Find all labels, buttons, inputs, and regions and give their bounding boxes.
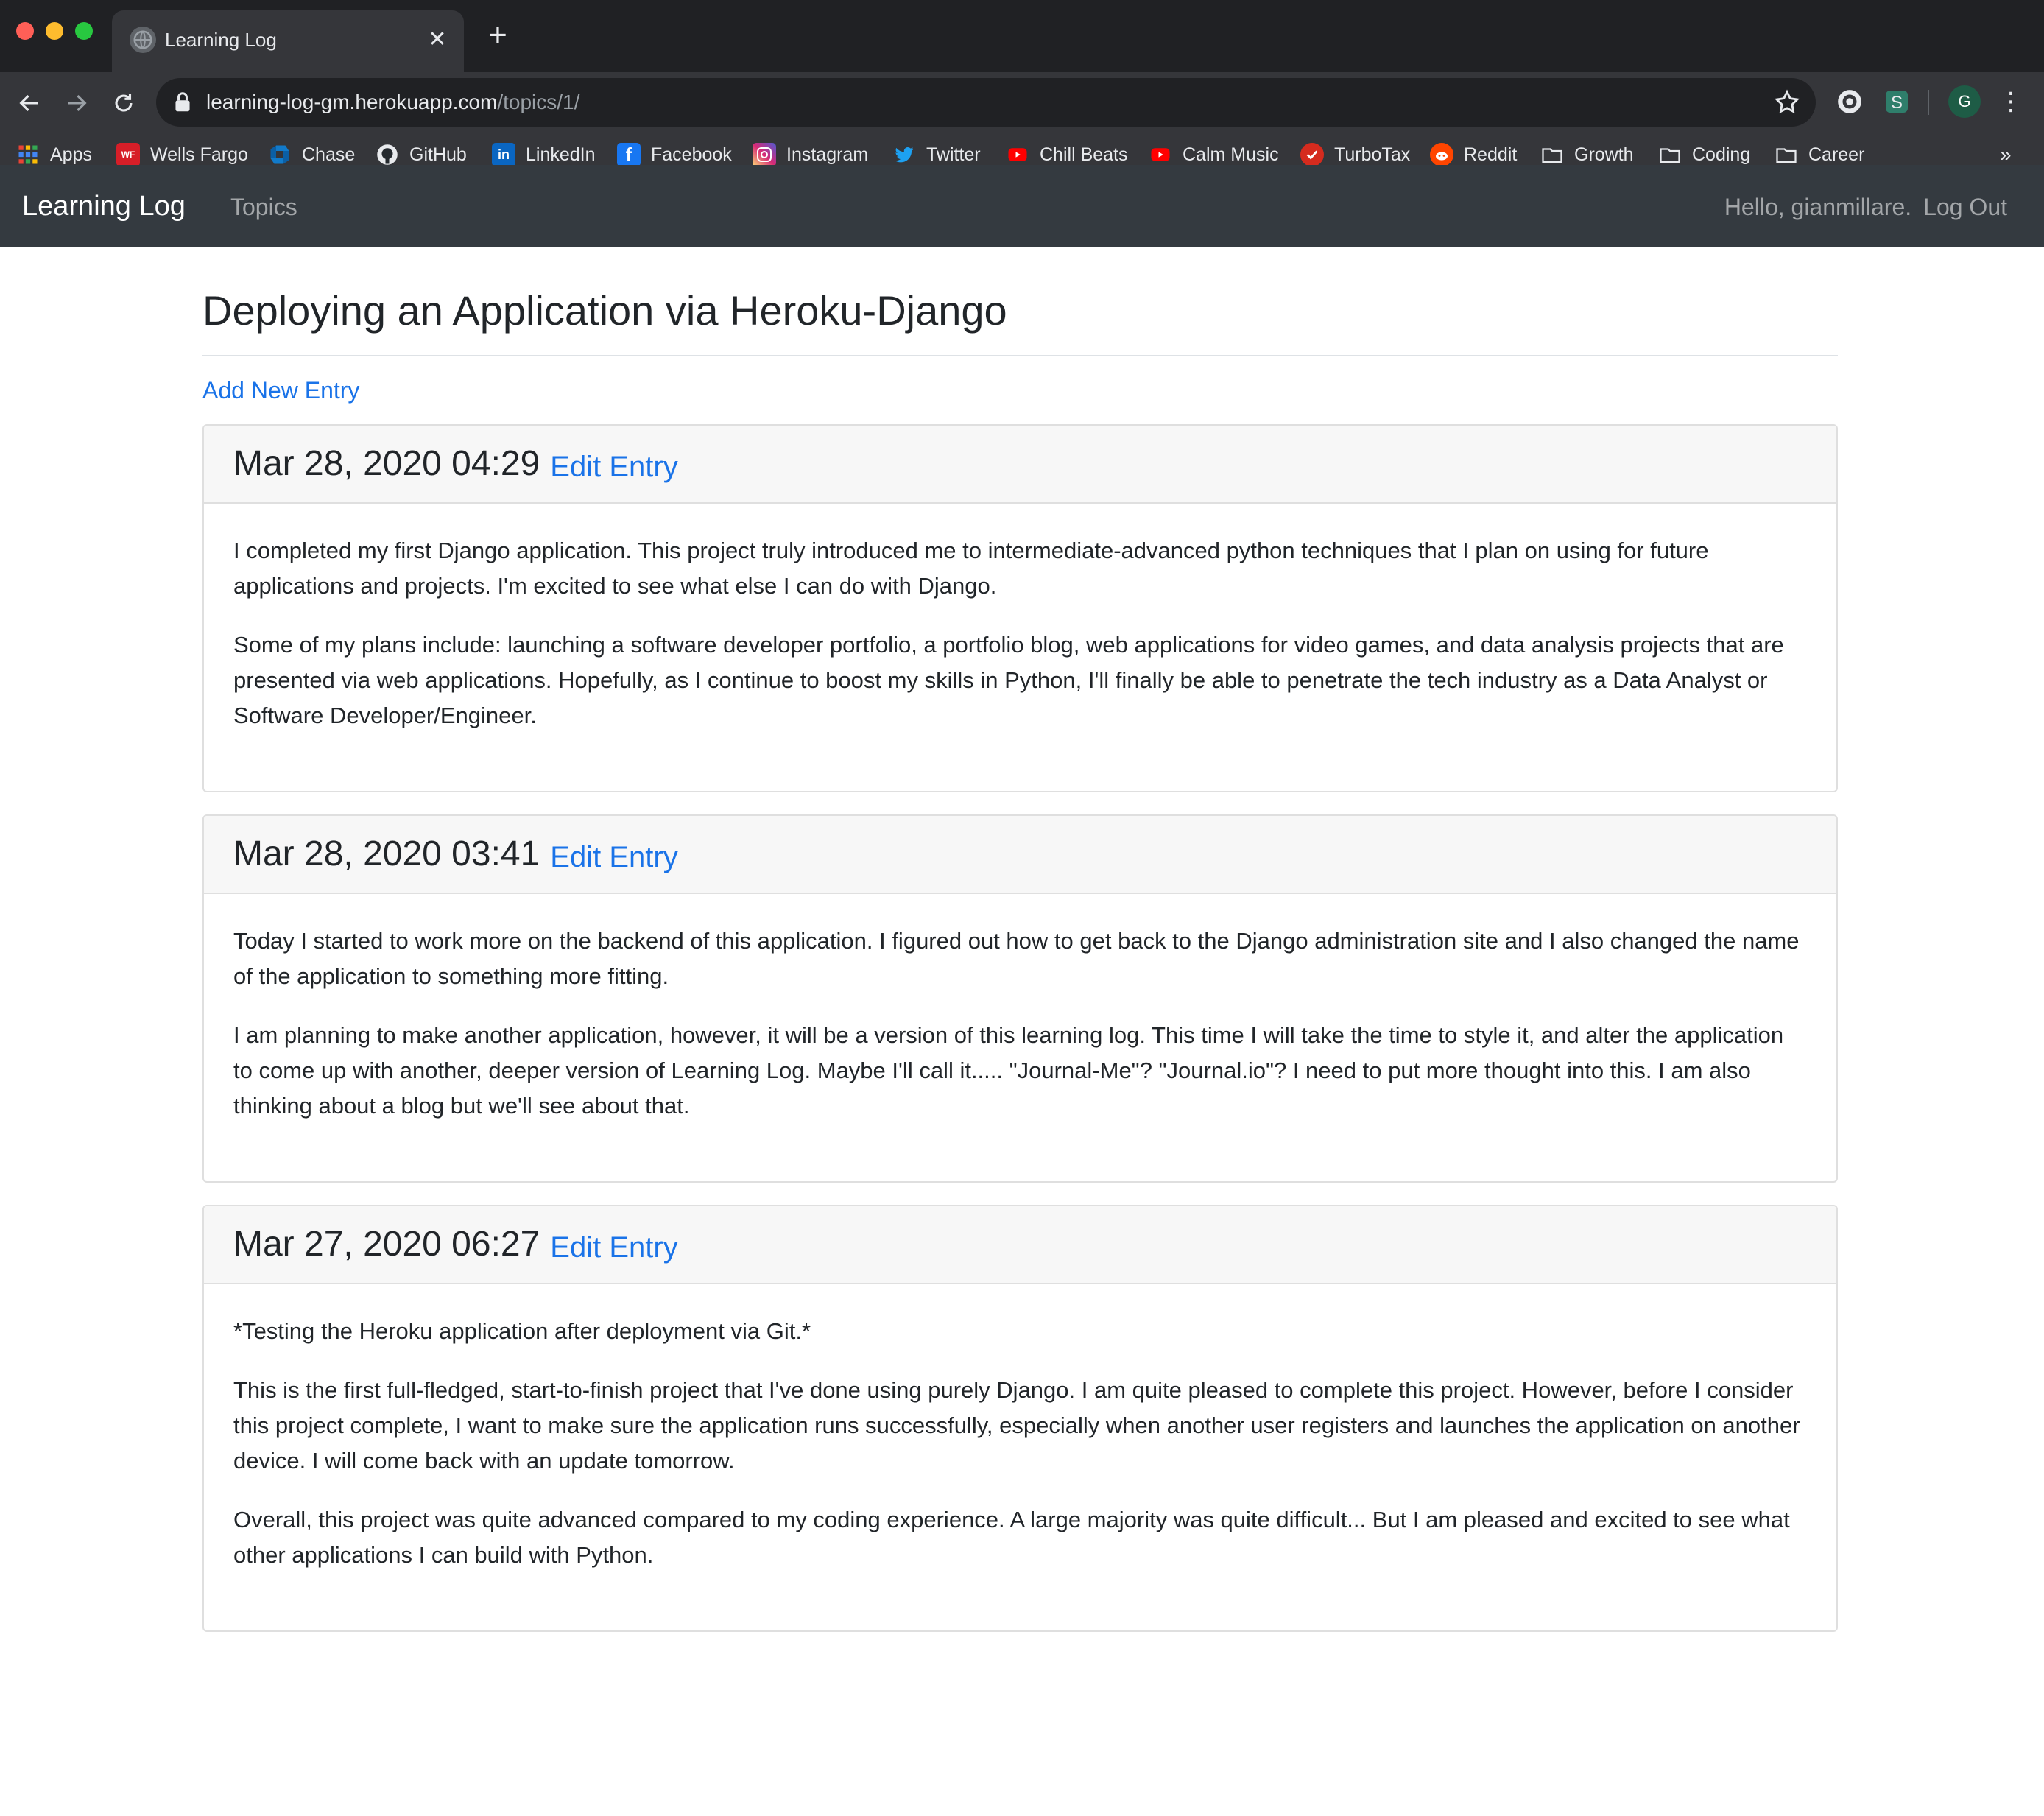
browser-tab-active[interactable]: Learning Log ✕ xyxy=(112,10,464,72)
bookmark-label: Growth xyxy=(1574,144,1634,165)
entry-body: Today I started to work more on the back… xyxy=(204,894,1836,1181)
window-minimize-button[interactable] xyxy=(46,22,63,40)
site-navbar: Learning Log Topics Hello, gianmillare. L… xyxy=(0,165,2044,247)
bookmark-label: Calm Music xyxy=(1183,144,1279,165)
toolbar-divider xyxy=(1928,90,1929,115)
browser-menu-icon[interactable]: ⋮ xyxy=(1998,87,2023,116)
add-new-entry-link[interactable]: Add New Entry xyxy=(202,376,359,405)
s-extension-icon[interactable]: S xyxy=(1882,87,1911,116)
bookmark-label: Twitter xyxy=(926,144,981,165)
entry-header: Mar 28, 2020 04:29 Edit Entry xyxy=(204,426,1836,504)
entry-date: Mar 27, 2020 06:27 xyxy=(233,1225,540,1264)
new-tab-button[interactable]: + xyxy=(483,19,512,52)
facebook-icon: f xyxy=(617,143,641,166)
edit-entry-link[interactable]: Edit Entry xyxy=(550,835,677,879)
reddit-icon xyxy=(1430,143,1453,166)
tab-title: Learning Log xyxy=(165,29,277,51)
entry-body: *Testing the Heroku application after de… xyxy=(204,1284,1836,1630)
window-zoom-button[interactable] xyxy=(75,22,93,40)
logout-link[interactable]: Log Out xyxy=(1923,194,2007,220)
entry-paragraph: This is the first full-fledged, start-to… xyxy=(233,1377,1800,1474)
entry-header: Mar 27, 2020 06:27 Edit Entry xyxy=(204,1206,1836,1284)
youtube-icon xyxy=(1006,143,1029,166)
entry-paragraph: Today I started to work more on the back… xyxy=(233,928,1800,989)
twitter-icon xyxy=(892,143,916,166)
entry-paragraph: *Testing the Heroku application after de… xyxy=(233,1318,811,1344)
entry-card: Mar 28, 2020 04:29 Edit Entry I complete… xyxy=(202,424,1838,792)
entry-date: Mar 28, 2020 03:41 xyxy=(233,834,540,873)
url-host: learning-log-gm.herokuapp.com xyxy=(206,91,498,113)
bookmark-star-icon[interactable] xyxy=(1773,88,1801,116)
reload-icon[interactable] xyxy=(108,87,140,119)
wells-fargo-icon: WF xyxy=(116,143,140,166)
user-greeting: Hello, gianmillare. xyxy=(1724,194,1912,220)
bookmark-label: GitHub xyxy=(409,144,467,165)
bookmark-label: TurboTax xyxy=(1334,144,1411,165)
chase-icon xyxy=(268,143,292,166)
browser-tab-strip: Learning Log ✕ + xyxy=(0,0,2044,72)
entry-card: Mar 27, 2020 06:27 Edit Entry *Testing t… xyxy=(202,1205,1838,1632)
entry-paragraph: Some of my plans include: launching a so… xyxy=(233,632,1784,728)
entry-body: I completed my first Django application.… xyxy=(204,504,1836,791)
bookmark-label: LinkedIn xyxy=(526,144,596,165)
globe-icon xyxy=(130,27,156,53)
github-icon xyxy=(376,143,399,166)
entry-paragraph: I am planning to make another applicatio… xyxy=(233,1022,1784,1119)
profile-avatar[interactable]: G xyxy=(1948,85,1981,118)
instagram-icon xyxy=(753,143,776,166)
window-close-button[interactable] xyxy=(16,22,34,40)
folder-icon xyxy=(1540,143,1564,166)
bookmark-label: Facebook xyxy=(651,144,732,165)
lock-icon xyxy=(175,92,190,112)
main-content: Deploying an Application via Heroku-Djan… xyxy=(202,247,1838,1632)
address-bar[interactable]: learning-log-gm.herokuapp.com/topics/1/ xyxy=(156,78,1816,127)
extension-icon[interactable] xyxy=(1835,87,1864,116)
svg-text:S: S xyxy=(1891,93,1903,113)
back-arrow-icon[interactable] xyxy=(13,87,46,119)
entry-date: Mar 28, 2020 04:29 xyxy=(233,444,540,483)
entry-paragraph: Overall, this project was quite advanced… xyxy=(233,1507,1790,1568)
bookmark-label: Reddit xyxy=(1464,144,1518,165)
browser-toolbar: learning-log-gm.herokuapp.com/topics/1/ … xyxy=(0,72,2044,178)
bookmark-label: Chase xyxy=(302,144,356,165)
forward-arrow-icon[interactable] xyxy=(60,87,93,119)
bookmark-label: Coding xyxy=(1692,144,1751,165)
bookmark-label: Wells Fargo xyxy=(150,144,248,165)
page-title: Deploying an Application via Heroku-Djan… xyxy=(202,287,1007,334)
entry-card: Mar 28, 2020 03:41 Edit Entry Today I st… xyxy=(202,814,1838,1183)
youtube-icon xyxy=(1149,143,1172,166)
title-divider xyxy=(202,355,1838,356)
folder-icon xyxy=(1658,143,1682,166)
folder-icon xyxy=(1775,143,1798,166)
linkedin-icon: in xyxy=(492,143,515,166)
entry-paragraph: I completed my first Django application.… xyxy=(233,538,1709,599)
tab-close-icon[interactable]: ✕ xyxy=(426,28,449,52)
entry-header: Mar 28, 2020 03:41 Edit Entry xyxy=(204,816,1836,894)
nav-user-area: Hello, gianmillare. Log Out xyxy=(1724,189,2007,225)
apps-grid-icon xyxy=(16,143,40,166)
entries-list: Mar 28, 2020 04:29 Edit Entry I complete… xyxy=(202,424,1838,1632)
edit-entry-link[interactable]: Edit Entry xyxy=(550,1225,677,1270)
bookmarks-overflow-icon[interactable]: » xyxy=(2000,143,2012,166)
bookmark-label: Instagram xyxy=(786,144,869,165)
bookmark-label: Career xyxy=(1808,144,1865,165)
brand-link[interactable]: Learning Log xyxy=(22,187,186,225)
edit-entry-link[interactable]: Edit Entry xyxy=(550,445,677,489)
url-path: /topics/1/ xyxy=(497,91,580,113)
url-text: learning-log-gm.herokuapp.com/topics/1/ xyxy=(206,88,579,116)
nav-topics-link[interactable]: Topics xyxy=(230,189,297,225)
turbotax-icon xyxy=(1300,143,1324,166)
bookmark-label: Chill Beats xyxy=(1040,144,1128,165)
bookmark-label: Apps xyxy=(50,144,92,165)
